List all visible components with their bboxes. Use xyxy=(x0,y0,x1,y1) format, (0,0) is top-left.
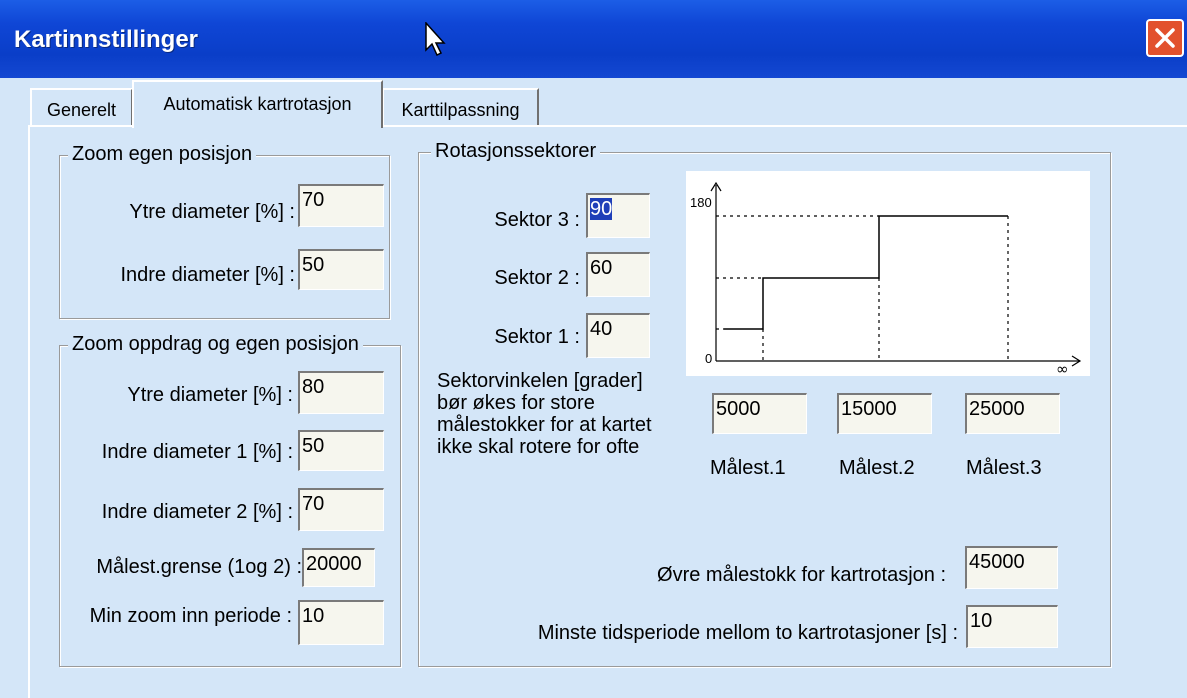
sector-guide-lines xyxy=(716,215,1009,361)
upper-scale-label: Øvre målestokk for kartrotasjon : xyxy=(657,564,946,586)
min-zoom-period-label: Min zoom inn periode : xyxy=(89,605,292,627)
sector-3-value: 90 xyxy=(590,198,613,220)
sector-2-label: Sektor 2 : xyxy=(494,267,580,289)
title-bar[interactable]: Kartinnstillinger xyxy=(0,0,1187,78)
inner-diameter-label: Indre diameter [%] : xyxy=(120,264,295,286)
y-zero-label: 0 xyxy=(705,351,712,366)
sector-step-line xyxy=(724,215,1008,330)
min-period-label: Minste tidsperiode mellom to kartrotasjo… xyxy=(537,622,958,644)
scale-limit-label: Målest.grense (1og 2) : xyxy=(96,556,302,578)
inner-diameter-2-field[interactable]: 70 xyxy=(298,488,384,531)
inner-diameter-1-field[interactable]: 50 xyxy=(298,430,384,471)
y-max-label: 180 xyxy=(690,195,712,210)
sector-2-field[interactable]: 60 xyxy=(586,252,650,297)
window-title: Kartinnstillinger xyxy=(14,26,199,53)
sector-1-field[interactable]: 40 xyxy=(586,313,650,358)
min-period-field[interactable]: 10 xyxy=(966,605,1058,648)
outer-diameter-label: Ytre diameter [%] : xyxy=(129,201,295,223)
scale-3-label: Målest.3 xyxy=(966,457,1042,479)
inner-diameter-1-label: Indre diameter 1 [%] : xyxy=(101,441,293,463)
mouse-cursor-icon xyxy=(425,22,446,57)
sector-1-label: Sektor 1 : xyxy=(494,326,580,348)
inner-diameter-2-label: Indre diameter 2 [%] : xyxy=(101,501,293,523)
scale-2-field[interactable]: 15000 xyxy=(837,393,932,434)
group-legend: Zoom oppdrag og egen posisjon xyxy=(68,333,363,356)
scale-limit-field[interactable]: 20000 xyxy=(302,548,375,587)
outer-diameter-field[interactable]: 70 xyxy=(298,184,384,227)
zoom-own-position-group: Zoom egen posisjon xyxy=(59,143,390,319)
close-button[interactable] xyxy=(1146,19,1184,57)
sector-3-label: Sektor 3 : xyxy=(494,209,580,231)
tab-automatisk-kartrotasjon[interactable]: Automatisk kartrotasjon xyxy=(132,80,383,128)
sector-diagram: 180 0 ∞ xyxy=(686,171,1090,378)
sector-description: Sektorvinkelen [grader] bør økes for sto… xyxy=(437,370,652,458)
tab-generelt[interactable]: Generelt xyxy=(30,88,133,126)
upper-scale-field[interactable]: 45000 xyxy=(965,546,1058,589)
group-legend: Rotasjonssektorer xyxy=(431,140,601,163)
task-outer-diameter-field[interactable]: 80 xyxy=(298,371,384,414)
task-outer-diameter-label: Ytre diameter [%] : xyxy=(127,384,293,406)
inner-diameter-field[interactable]: 50 xyxy=(298,249,384,290)
min-zoom-period-field[interactable]: 10 xyxy=(298,600,384,645)
group-legend: Zoom egen posisjon xyxy=(68,143,257,166)
tab-karttilpassning[interactable]: Karttilpassning xyxy=(382,88,539,126)
close-icon xyxy=(1155,28,1175,48)
scale-2-label: Målest.2 xyxy=(839,457,915,479)
scale-3-field[interactable]: 25000 xyxy=(965,393,1060,434)
sector-3-field[interactable]: 90 xyxy=(586,193,650,238)
scale-1-field[interactable]: 5000 xyxy=(712,393,807,434)
x-infinity-label: ∞ xyxy=(1056,360,1069,376)
scale-1-label: Målest.1 xyxy=(710,457,786,479)
